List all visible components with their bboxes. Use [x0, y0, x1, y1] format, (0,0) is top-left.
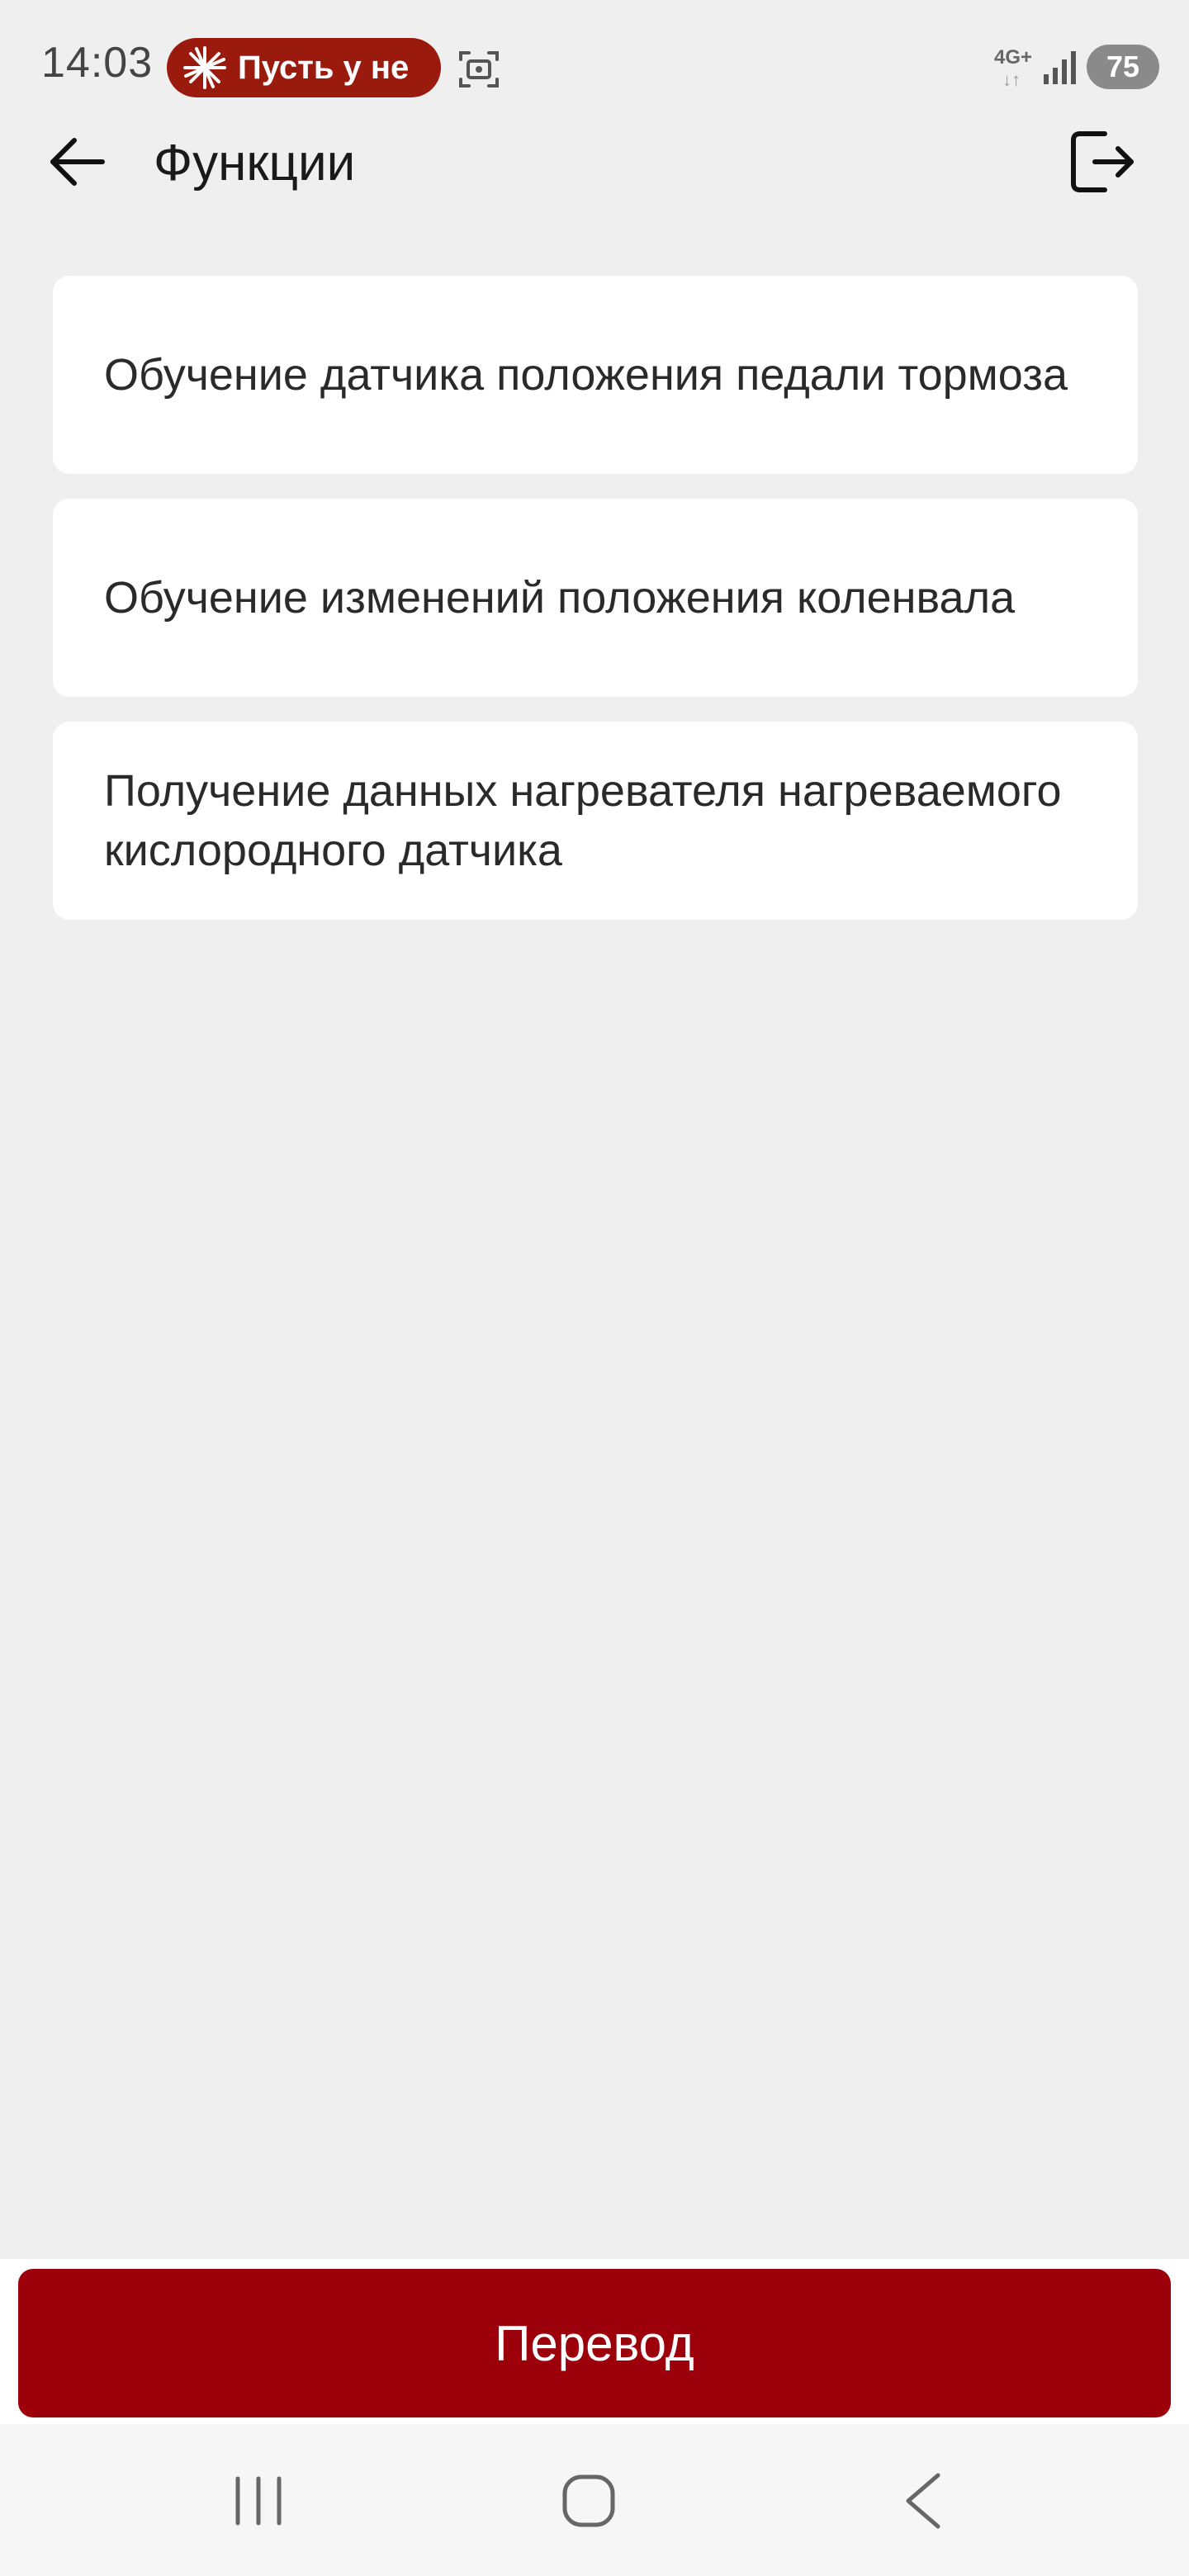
notification-text: Пусть у не [238, 49, 410, 86]
function-item-label: Получение данных нагревателя нагреваемог… [104, 766, 1062, 875]
network-arrows: ↓↑ [1002, 69, 1021, 90]
battery-level: 75 [1106, 50, 1140, 83]
function-list: Обучение датчика положения педали тормоз… [53, 276, 1138, 945]
function-item-brake-pedal-sensor[interactable]: Обучение датчика положения педали тормоз… [53, 276, 1138, 474]
signal-icon [1044, 51, 1076, 84]
notification-pill[interactable]: Пусть у не [167, 38, 441, 97]
page-title: Функции [154, 135, 356, 192]
arrow-left-icon[interactable] [46, 130, 109, 193]
status-time: 14:03 [41, 39, 154, 87]
logout-icon[interactable] [1067, 127, 1136, 197]
network-label: 4G+ [994, 46, 1033, 69]
sparkle-icon [183, 46, 226, 89]
recent-apps-icon[interactable] [231, 2475, 286, 2526]
app-screen: 14:03 Пусть у не 4G+ ↓↑ 75 Функции Обуче… [0, 0, 1189, 2576]
function-item-oxygen-sensor-heater[interactable]: Получение данных нагревателя нагреваемог… [53, 722, 1138, 920]
function-item-label: Обучение датчика положения педали тормоз… [104, 350, 1068, 400]
home-icon[interactable] [561, 2474, 616, 2528]
system-nav-bar [0, 2424, 1189, 2576]
status-bar: 14:03 Пусть у не 4G+ ↓↑ 75 [0, 0, 1189, 132]
function-item-label: Обучение изменений положения коленвала [104, 573, 1016, 623]
function-item-crankshaft-position[interactable]: Обучение изменений положения коленвала [53, 499, 1138, 697]
battery-indicator: 75 [1087, 45, 1159, 89]
back-chevron-icon[interactable] [902, 2472, 943, 2530]
app-bar: Функции [0, 124, 1189, 203]
screenshot-icon [459, 51, 499, 88]
translate-button[interactable]: Перевод [18, 2269, 1171, 2417]
